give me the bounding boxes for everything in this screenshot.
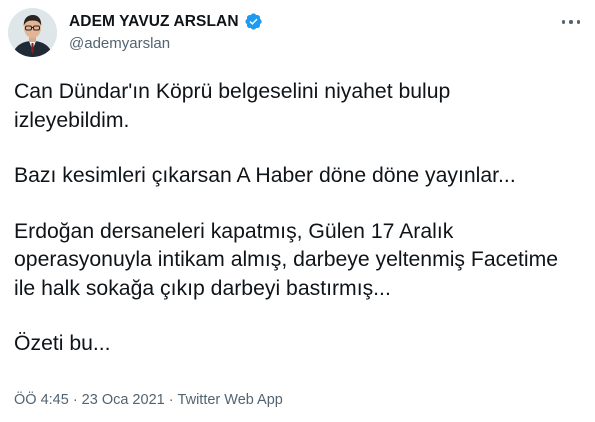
author-handle[interactable]: @ademyarslan: [69, 35, 170, 52]
tweet-paragraph: Özeti bu...: [14, 332, 111, 355]
meta-separator: ·: [72, 392, 78, 408]
tweet-paragraph: Can Dündar'ın Köprü belgeselini niyahet …: [14, 80, 451, 132]
more-dot: [576, 20, 580, 24]
tweet-card: ADEM YAVUZ ARSLAN @ademyarslan Can Dünda…: [0, 0, 595, 422]
tweet-time: ÖÖ 4:45: [14, 392, 69, 408]
more-dot: [562, 20, 566, 24]
author-display-name[interactable]: ADEM YAVUZ ARSLAN: [69, 13, 239, 31]
profile-photo-icon: [8, 8, 57, 57]
tweet-meta: ÖÖ 4:45 · 23 Oca 2021 · Twitter Web App: [14, 392, 283, 408]
meta-separator: ·: [168, 392, 174, 408]
avatar[interactable]: [8, 8, 57, 57]
tweet-paragraph: Erdoğan dersaneleri kapatmış, Gülen 17 A…: [14, 219, 559, 300]
more-options-icon[interactable]: [559, 12, 583, 32]
verified-badge-icon: [244, 12, 263, 31]
tweet-time-link[interactable]: ÖÖ 4:45 · 23 Oca 2021: [14, 392, 165, 408]
tweet-date: 23 Oca 2021: [81, 392, 165, 408]
more-dot: [569, 20, 573, 24]
tweet-paragraph: Bazı kesimleri çıkarsan A Haber döne dön…: [14, 164, 516, 187]
tweet-source-link[interactable]: Twitter Web App: [178, 392, 283, 408]
author-name-row[interactable]: ADEM YAVUZ ARSLAN: [69, 12, 263, 31]
tweet-text: Can Dündar'ın Köprü belgeselini niyahet …: [14, 78, 584, 386]
